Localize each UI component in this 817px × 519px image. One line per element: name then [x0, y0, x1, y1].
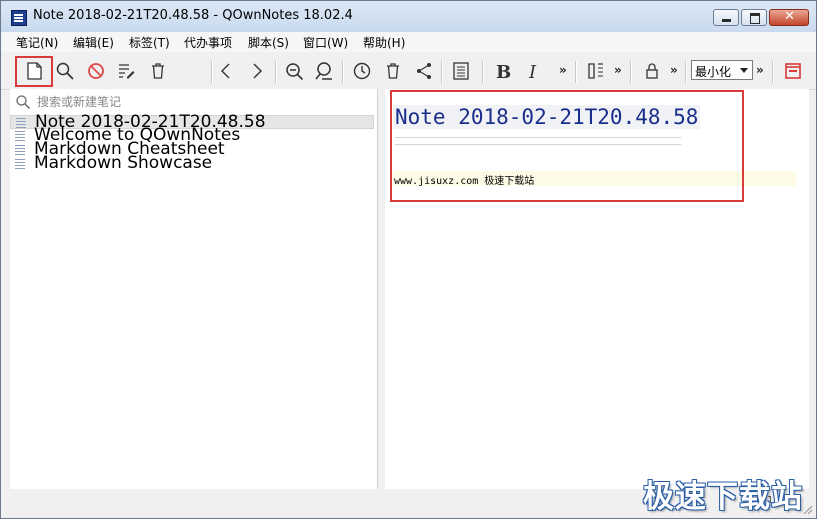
search-input[interactable]: 搜索或新建笔记 [37, 93, 121, 110]
new-note-highlight [15, 56, 53, 87]
workspace-select[interactable]: 最小化 [691, 60, 753, 80]
forward-icon[interactable] [245, 59, 269, 83]
columns-icon[interactable] [584, 59, 608, 83]
note-list: Note 2018-02-21T20.48.58 Welcome to QOwn… [10, 113, 377, 173]
lock-icon[interactable] [640, 59, 664, 83]
share-icon[interactable] [412, 59, 436, 83]
note-icon [16, 117, 26, 129]
svg-text:I: I [528, 62, 537, 81]
list-item[interactable]: Markdown Showcase [10, 153, 377, 173]
menu-scripts[interactable]: 脚本(S) [248, 34, 289, 51]
note-title: Markdown Showcase [34, 153, 213, 173]
workspace-select-value: 最小化 [695, 65, 732, 79]
note-icon [15, 144, 25, 156]
chevron-down-icon [740, 68, 748, 73]
toolbar-more-button-2[interactable]: » [614, 63, 622, 77]
zoom-icon[interactable] [312, 59, 336, 83]
qownnotes-app-icon [11, 10, 27, 26]
note-icon [15, 158, 25, 170]
italic-icon[interactable]: I [523, 59, 547, 83]
bold-icon[interactable]: B [491, 59, 515, 83]
toolbar-more-button-4[interactable]: » [756, 63, 764, 77]
back-icon[interactable] [214, 59, 238, 83]
menu-help[interactable]: 帮助(H) [363, 34, 405, 51]
close-window-button[interactable] [769, 9, 809, 26]
search-icon[interactable] [53, 59, 77, 83]
menu-edit[interactable]: 编辑(E) [73, 34, 114, 51]
title-bar[interactable]: Note 2018-02-21T20.48.58 - QOwnNotes 18.… [1, 1, 816, 32]
toolbar-more-button[interactable]: » [559, 63, 567, 77]
toolbar-more-button-3[interactable]: » [670, 63, 678, 77]
menu-window[interactable]: 窗口(W) [303, 34, 348, 51]
note-icon [15, 130, 25, 142]
menu-bar: 笔记(N) 编辑(E) 标签(T) 代办事项 脚本(S) 窗口(W) 帮助(H) [1, 32, 816, 52]
find-icon[interactable] [282, 59, 306, 83]
minimize-icon[interactable] [781, 59, 805, 83]
menu-note[interactable]: 笔记(N) [16, 34, 58, 51]
note-list-pane: 搜索或新建笔记 Note 2018-02-21T20.48.58 Welcome… [10, 89, 378, 489]
cancel-icon[interactable] [84, 59, 108, 83]
svg-text:B: B [496, 62, 511, 81]
window-title: Note 2018-02-21T20.48.58 - QOwnNotes 18.… [33, 8, 353, 23]
trash-icon[interactable] [381, 59, 405, 83]
list-icon[interactable] [449, 59, 473, 83]
minimize-window-button[interactable] [713, 9, 739, 26]
trash-icon[interactable] [146, 59, 170, 83]
watermark: 极速下载站 [643, 479, 803, 515]
app-window: Note 2018-02-21T20.48.58 - QOwnNotes 18.… [0, 0, 817, 519]
menu-todo[interactable]: 代办事项 [184, 34, 232, 51]
pane-splitter[interactable] [378, 89, 385, 489]
history-icon[interactable] [350, 59, 374, 83]
edit-icon[interactable] [114, 59, 138, 83]
search-icon [15, 94, 31, 110]
maximize-window-button[interactable] [741, 9, 767, 26]
editor-highlight [390, 90, 744, 202]
menu-tags[interactable]: 标签(T) [129, 34, 170, 51]
